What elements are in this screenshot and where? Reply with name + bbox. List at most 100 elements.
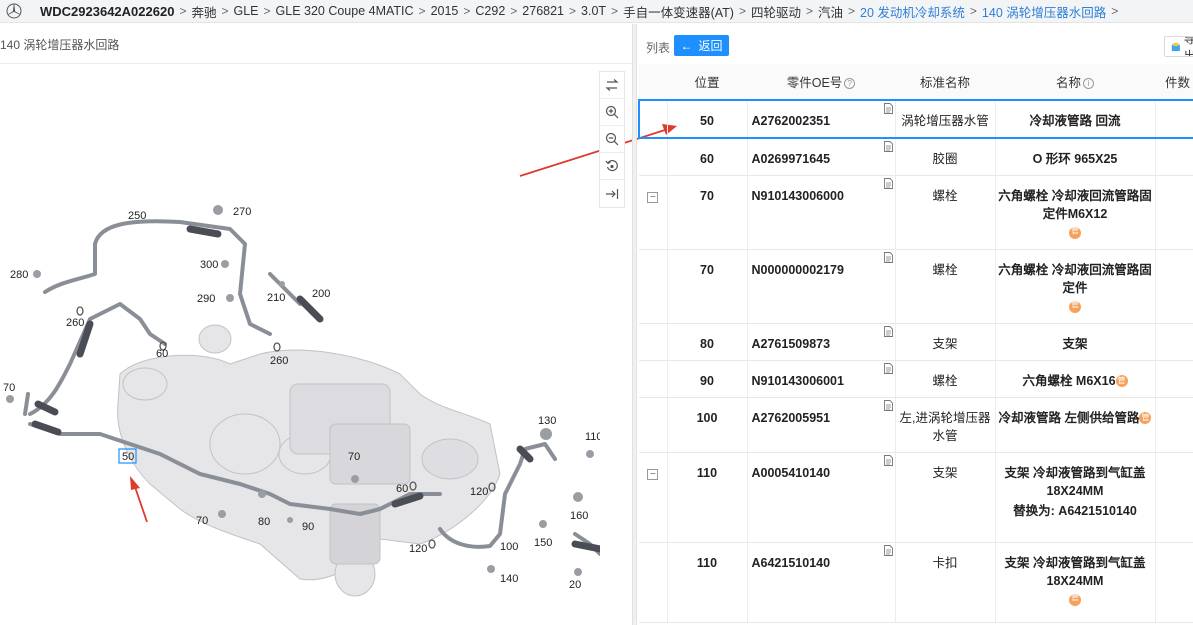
document-icon[interactable]: [883, 454, 893, 466]
table-row[interactable]: 110 A6421510140 卡扣 支架 冷却液管路到气缸盖18X24MM 管: [639, 542, 1193, 623]
parts-table-container[interactable]: 位置 零件OE号? 标准名称 名称 i 件数 50 A2762002351 涡轮增压器…: [638, 64, 1193, 625]
panel-splitter[interactable]: [632, 24, 637, 625]
breadcrumb-item[interactable]: C292: [475, 4, 505, 18]
guan-badge-icon[interactable]: 管: [1115, 375, 1128, 388]
breadcrumb-item[interactable]: 四轮驱动: [751, 2, 801, 21]
oe-number[interactable]: A2761509873: [752, 337, 831, 351]
quantity-cell: [1155, 249, 1193, 324]
document-icon[interactable]: [883, 177, 893, 189]
breadcrumb-item[interactable]: 3.0T: [581, 4, 606, 18]
quantity-cell: [1155, 360, 1193, 398]
header-name-label: 名称: [1055, 76, 1081, 90]
callout-label: 60: [156, 348, 168, 360]
oe-number-cell[interactable]: A2762005951: [747, 397, 896, 453]
header-standard-name[interactable]: 标准名称: [895, 64, 995, 101]
collapse-icon[interactable]: −: [647, 468, 659, 480]
header-name[interactable]: 名称 i: [995, 64, 1155, 101]
table-row[interactable]: 90 N910143006001 螺栓 六角螺栓 M6X16 管: [639, 360, 1193, 398]
breadcrumb-item[interactable]: 手自一体变速器(AT): [623, 2, 734, 21]
oe-number-cell[interactable]: N000000002179: [747, 249, 896, 324]
part-name: 支架 冷却液管路到气缸盖18X24MM: [1004, 465, 1146, 498]
name-cell: 冷却液管路 回流: [995, 99, 1156, 139]
oe-number[interactable]: A2762005951: [752, 411, 831, 425]
breadcrumb-item[interactable]: 汽油: [818, 2, 843, 21]
oe-number-cell[interactable]: A2761509873: [747, 323, 896, 361]
table-row[interactable]: 100 A2762005951 左,进涡轮增压器水管 冷却液管路 左侧供给管路管: [639, 397, 1193, 453]
callout-label: 160: [570, 510, 588, 522]
document-icon[interactable]: [883, 362, 893, 374]
expand-cell[interactable]: −: [639, 452, 668, 543]
document-icon[interactable]: [883, 141, 893, 152]
standard-name-cell: 螺栓: [895, 175, 996, 250]
guan-badge-icon[interactable]: 管: [1069, 593, 1081, 606]
zoom-in-button[interactable]: [600, 99, 624, 126]
header-quantity[interactable]: 件数: [1155, 64, 1193, 101]
guan-badge-icon[interactable]: 管: [1139, 412, 1152, 425]
vin-number: WDC2923642A022620: [40, 3, 175, 19]
reset-button[interactable]: [600, 153, 624, 180]
oe-number-cell[interactable]: A6421510140: [747, 542, 896, 623]
oe-number-cell[interactable]: N910143006001: [747, 360, 896, 398]
swap-button[interactable]: [600, 72, 624, 99]
breadcrumb-item[interactable]: 奔驰: [191, 2, 216, 21]
red-arrow-icon: [130, 476, 148, 523]
oe-number-cell[interactable]: A0269971645: [747, 138, 896, 176]
reset-icon: [605, 159, 618, 172]
document-icon[interactable]: [883, 399, 893, 411]
table-row[interactable]: 60 A0269971645 胶圈 O 形环 965X25: [639, 138, 1193, 176]
part-name: 六角螺栓 M6X16: [1022, 373, 1116, 388]
oe-number[interactable]: A6421510140: [752, 556, 831, 570]
table-row[interactable]: 70 N000000002179 螺栓 六角螺栓 冷却液回流管路固定件管: [639, 249, 1193, 324]
zoom-out-button[interactable]: [600, 126, 624, 153]
breadcrumb-item[interactable]: 276821: [522, 4, 564, 18]
callout-label: 70: [196, 515, 208, 527]
oe-number[interactable]: N910143006000: [752, 189, 844, 203]
oe-number-cell[interactable]: N910143006000: [747, 175, 896, 250]
parts-diagram[interactable]: 250 270 280 300 290 210 200 260 60 260 7…: [0, 64, 600, 625]
expand-cell: [638, 99, 668, 139]
quantity-cell: [1155, 397, 1193, 453]
guan-badge-icon[interactable]: 管: [1069, 226, 1081, 239]
back-button[interactable]: ← 返回: [674, 35, 729, 56]
breadcrumb-link-cooling-system[interactable]: 20 发动机冷却系统: [860, 2, 965, 21]
oe-number-cell[interactable]: A0005410140: [747, 452, 896, 543]
table-row[interactable]: 80 A2761509873 支架 支架: [639, 323, 1193, 361]
guan-badge-icon[interactable]: 管: [1069, 300, 1081, 313]
header-position[interactable]: 位置: [667, 64, 747, 101]
document-icon[interactable]: [883, 325, 893, 337]
oe-number-cell[interactable]: A2762002351: [747, 99, 896, 139]
document-icon[interactable]: [883, 251, 893, 263]
quantity-cell: [1155, 138, 1193, 176]
oe-number[interactable]: N910143006001: [752, 374, 844, 388]
document-icon[interactable]: [883, 544, 893, 556]
callout-label: 250: [128, 210, 146, 222]
breadcrumb-item[interactable]: GLE: [233, 4, 258, 18]
export-button[interactable]: 导出: [1164, 36, 1193, 57]
breadcrumb-item[interactable]: 2015: [431, 4, 459, 18]
oe-number[interactable]: N000000002179: [752, 263, 844, 277]
standard-name-cell: 螺栓: [895, 360, 996, 398]
replacement-note: 替换为: A6421510140: [1013, 503, 1137, 518]
breadcrumb-item[interactable]: GLE 320 Coupe 4MATIC: [276, 4, 414, 18]
part-name: 支架: [1062, 336, 1088, 351]
info-icon[interactable]: i: [1083, 78, 1094, 90]
oe-number[interactable]: A0005410140: [752, 466, 831, 480]
header-oe-number[interactable]: 零件OE号?: [747, 64, 895, 101]
help-icon[interactable]: ?: [844, 78, 856, 90]
name-cell: 六角螺栓 M6X16 管: [995, 360, 1156, 398]
standard-name-cell: 卡扣: [895, 542, 996, 623]
oe-number[interactable]: A2762002351: [752, 114, 831, 128]
table-row[interactable]: −70 N910143006000 螺栓 六角螺栓 冷却液回流管路固定件M6X12 管: [639, 175, 1193, 250]
table-row[interactable]: 50 A2762002351 涡轮增压器水管 冷却液管路 回流: [638, 99, 1193, 139]
fit-button[interactable]: [600, 180, 624, 207]
breadcrumb-link-turbo-water-return[interactable]: 140 涡轮增压器水回路: [982, 2, 1106, 21]
expand-cell: [639, 542, 668, 623]
expand-cell[interactable]: −: [639, 175, 668, 250]
expand-cell: [639, 397, 668, 453]
callout-label: 80: [258, 516, 270, 528]
part-name: 六角螺栓 冷却液回流管路固定件: [998, 262, 1152, 295]
table-row[interactable]: −110 A0005410140 支架 支架 冷却液管路到气缸盖18X24MM 替换为:…: [639, 452, 1193, 543]
oe-number[interactable]: A0269971645: [752, 152, 831, 166]
document-icon[interactable]: [883, 103, 893, 114]
collapse-icon[interactable]: −: [647, 191, 659, 203]
